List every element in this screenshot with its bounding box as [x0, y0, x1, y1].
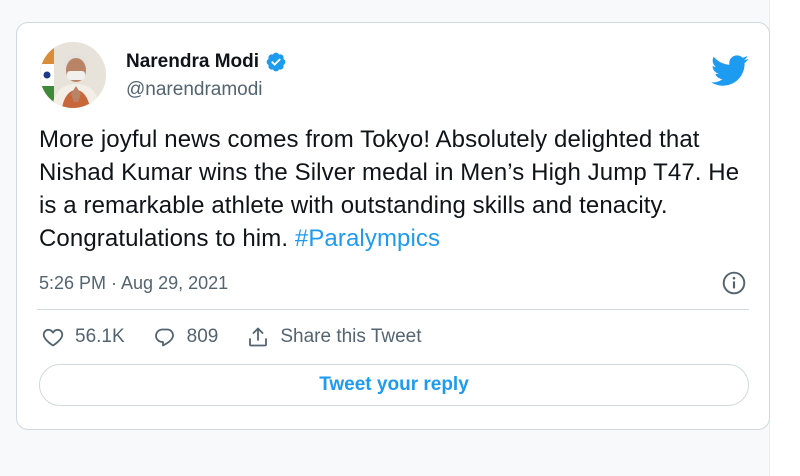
tweet-card: Narendra Modi @narendramodi More joyful …	[16, 22, 770, 430]
timestamp-row: 5:26 PM · Aug 29, 2021	[39, 269, 747, 297]
page: Narendra Modi @narendramodi More joyful …	[0, 0, 800, 476]
heart-icon	[42, 328, 64, 347]
avatar[interactable]	[40, 42, 106, 108]
tweet-text: More joyful news comes from Tokyo! Absol…	[39, 123, 754, 255]
like-count: 56.1K	[75, 326, 125, 347]
page-scroll-edge	[769, 0, 800, 476]
author-handle[interactable]: @narendramodi	[126, 79, 287, 101]
like-button[interactable]: 56.1K	[41, 325, 125, 349]
author-display-name[interactable]: Narendra Modi	[126, 51, 259, 73]
avatar-image	[40, 42, 106, 108]
share-label: Share this Tweet	[280, 326, 422, 347]
author-names: Narendra Modi @narendramodi	[126, 50, 287, 101]
info-icon[interactable]	[721, 270, 747, 296]
display-name-row: Narendra Modi	[126, 50, 287, 74]
share-button[interactable]: Share this Tweet	[246, 325, 422, 349]
tweet-your-reply-button[interactable]: Tweet your reply	[39, 364, 749, 406]
reply-count: 809	[186, 326, 219, 347]
divider	[37, 309, 749, 310]
tweet-timestamp[interactable]: 5:26 PM · Aug 29, 2021	[39, 273, 228, 294]
tweet-header: Narendra Modi @narendramodi	[37, 41, 749, 111]
hashtag-link[interactable]: #Paralympics	[295, 225, 440, 252]
share-upload-icon	[249, 327, 268, 347]
reply-count-button[interactable]: 809	[153, 325, 219, 349]
action-bar: 56.1K 809 Share this Tweet	[41, 322, 450, 352]
verified-badge-icon	[266, 52, 286, 72]
twitter-bird-icon[interactable]	[711, 55, 749, 87]
speech-bubble-icon	[154, 328, 174, 347]
